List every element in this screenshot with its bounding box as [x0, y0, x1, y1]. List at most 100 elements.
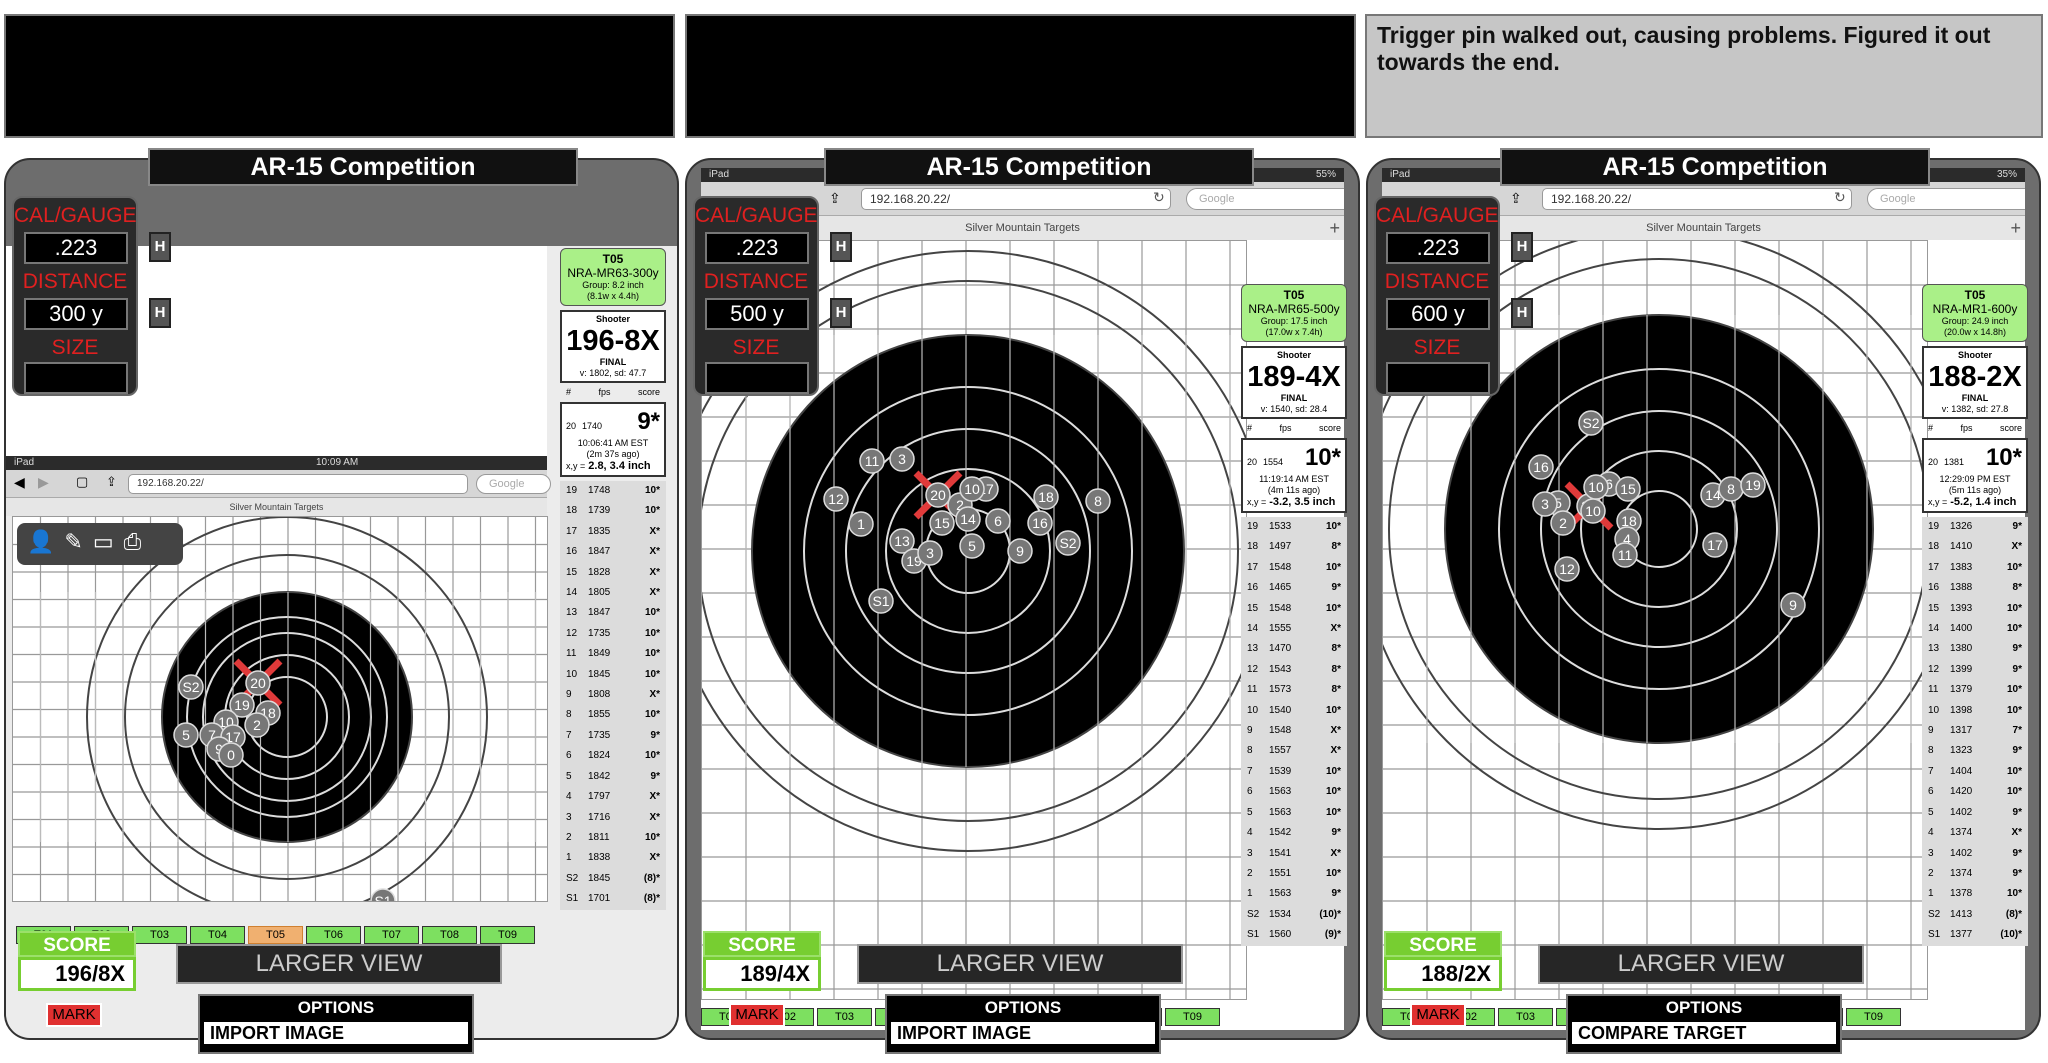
size-value[interactable]	[1386, 362, 1490, 394]
target-tab[interactable]: T07	[364, 926, 419, 944]
shot-row[interactable]: 10 1398 10*	[1922, 701, 2028, 721]
distance-value[interactable]: 600 y	[1386, 298, 1490, 330]
shot-marker[interactable]: 8	[1085, 488, 1111, 514]
share-icon[interactable]: ⇪	[106, 474, 117, 490]
cal-history-button[interactable]: H	[830, 232, 852, 262]
shot-row[interactable]: 2 1551 10*	[1241, 864, 1347, 884]
shot-row[interactable]: 9 1317 7*	[1922, 721, 2028, 741]
shot-row[interactable]: 3 1402 9*	[1922, 844, 2028, 864]
distance-value[interactable]: 300 y	[24, 298, 128, 330]
shot-marker[interactable]: 16	[1027, 510, 1053, 536]
target-tab[interactable]: T04	[190, 926, 245, 944]
shot-marker[interactable]: S2	[1578, 410, 1604, 436]
shot-row[interactable]: 6 1824 10*	[560, 746, 666, 766]
shot-row[interactable]: 11 1379 10*	[1922, 680, 2028, 700]
shot-marker[interactable]: 1	[848, 511, 874, 537]
shot-marker[interactable]: 15	[1615, 476, 1641, 502]
pencil-icon[interactable]: ✎	[64, 529, 82, 559]
url-field[interactable]: 192.168.20.22/	[861, 188, 1171, 210]
target-tab[interactable]: T09	[1165, 1008, 1220, 1026]
shot-row[interactable]: 5 1402 9*	[1922, 803, 2028, 823]
shot-row[interactable]: 17 1835 X*	[560, 522, 666, 542]
shot-marker[interactable]: 6	[985, 508, 1011, 534]
shot-row[interactable]: 12 1543 8*	[1241, 660, 1347, 680]
shot-marker[interactable]: 9	[1007, 538, 1033, 564]
shot-row[interactable]: 12 1399 9*	[1922, 660, 2028, 680]
cal-gauge-value[interactable]: .223	[1386, 232, 1490, 264]
shot-row[interactable]: 7 1735 9*	[560, 726, 666, 746]
shot-row[interactable]: 15 1393 10*	[1922, 599, 2028, 619]
options-menu[interactable]: OPTIONS IMPORT IMAGE	[885, 994, 1161, 1054]
shot-row[interactable]: 13 1380 9*	[1922, 639, 2028, 659]
distance-history-button[interactable]: H	[830, 298, 852, 328]
url-field[interactable]: 192.168.20.22/	[128, 474, 468, 494]
shot-marker[interactable]: 10	[959, 476, 985, 502]
shot-row[interactable]: 3 1716 X*	[560, 808, 666, 828]
shot-row[interactable]: 17 1383 10*	[1922, 558, 2028, 578]
shot-row[interactable]: 19 1326 9*	[1922, 517, 2028, 537]
options-menu[interactable]: OPTIONS COMPARE TARGET	[1566, 994, 1842, 1054]
shot-marker[interactable]: 16	[1528, 454, 1554, 480]
shot-row[interactable]: 9 1548 X*	[1241, 721, 1347, 741]
target-tab[interactable]: T08	[422, 926, 477, 944]
add-tab-icon[interactable]: +	[2010, 218, 2021, 239]
search-field[interactable]: Google	[476, 474, 551, 494]
shot-marker[interactable]: 9	[1780, 592, 1806, 618]
shot-row[interactable]: 4 1374 X*	[1922, 823, 2028, 843]
shot-row[interactable]: 10 1540 10*	[1241, 701, 1347, 721]
distance-value[interactable]: 500 y	[705, 298, 809, 330]
back-icon[interactable]: ◀	[14, 474, 25, 491]
shot-marker[interactable]: S2	[1055, 530, 1081, 556]
shot-row[interactable]: 18 1410 X*	[1922, 537, 2028, 557]
shot-row[interactable]: S1 1377 (10)*	[1922, 925, 2028, 945]
shot-row[interactable]: 5 1563 10*	[1241, 803, 1347, 823]
shot-row[interactable]: 11 1573 8*	[1241, 680, 1347, 700]
shot-marker[interactable]: 3	[917, 540, 943, 566]
shot-row[interactable]: 6 1420 10*	[1922, 782, 2028, 802]
shot-row[interactable]: 14 1400 10*	[1922, 619, 2028, 639]
shot-row[interactable]: S1 1560 (9)*	[1241, 925, 1347, 945]
mark-button[interactable]: MARK	[1410, 1003, 1466, 1027]
shot-row[interactable]: 15 1828 X*	[560, 563, 666, 583]
shot-row[interactable]: 9 1808 X*	[560, 685, 666, 705]
distance-history-button[interactable]: H	[1511, 298, 1533, 328]
target-tab[interactable]: T09	[1846, 1008, 1901, 1026]
shot-row[interactable]: 1 1563 9*	[1241, 884, 1347, 904]
cal-gauge-value[interactable]: .223	[24, 232, 128, 264]
shot-marker[interactable]: 0	[218, 742, 244, 768]
shot-row[interactable]: 2 1811 10*	[560, 828, 666, 848]
cal-gauge-value[interactable]: .223	[705, 232, 809, 264]
shot-row[interactable]: 8 1323 9*	[1922, 741, 2028, 761]
shot-marker[interactable]: 5	[173, 722, 199, 748]
shot-row[interactable]: 7 1404 10*	[1922, 762, 2028, 782]
shot-row[interactable]: 2 1374 9*	[1922, 864, 2028, 884]
share-icon[interactable]: ⇪	[829, 190, 841, 207]
shot-marker[interactable]: S2	[178, 674, 204, 700]
url-field[interactable]: 192.168.20.22/	[1542, 188, 1852, 210]
shot-row[interactable]: 18 1497 8*	[1241, 537, 1347, 557]
target-tab[interactable]: T03	[132, 926, 187, 944]
shot-row[interactable]: 18 1739 10*	[560, 501, 666, 521]
reload-icon[interactable]: ↻	[1153, 189, 1165, 206]
mark-button[interactable]: MARK	[46, 1003, 102, 1027]
larger-view-button[interactable]: LARGER VIEW	[1538, 944, 1864, 984]
shot-marker[interactable]: 2	[1550, 510, 1576, 536]
bookmarks-icon[interactable]: ▢	[76, 474, 88, 490]
shot-marker[interactable]: 12	[823, 486, 849, 512]
target-tab[interactable]: T03	[1498, 1008, 1553, 1026]
target-tab[interactable]: T09	[480, 926, 535, 944]
target-tab[interactable]: T03	[817, 1008, 872, 1026]
size-value[interactable]	[24, 362, 128, 394]
shot-row[interactable]: 19 1748 10*	[560, 481, 666, 501]
shot-row[interactable]: 3 1541 X*	[1241, 844, 1347, 864]
shot-row[interactable]: 1 1838 X*	[560, 848, 666, 868]
shot-marker[interactable]: 8	[1718, 476, 1744, 502]
target-tab[interactable]: T06	[306, 926, 361, 944]
shot-row[interactable]: 17 1548 10*	[1241, 558, 1347, 578]
shot-marker[interactable]: 10	[1580, 498, 1606, 524]
shot-row[interactable]: S1 1701 (8)*	[560, 889, 666, 909]
shot-row[interactable]: 8 1557 X*	[1241, 741, 1347, 761]
reload-icon[interactable]: ↻	[1834, 189, 1846, 206]
folder-icon[interactable]: ▭	[93, 529, 114, 559]
shot-marker[interactable]: 5	[959, 533, 985, 559]
